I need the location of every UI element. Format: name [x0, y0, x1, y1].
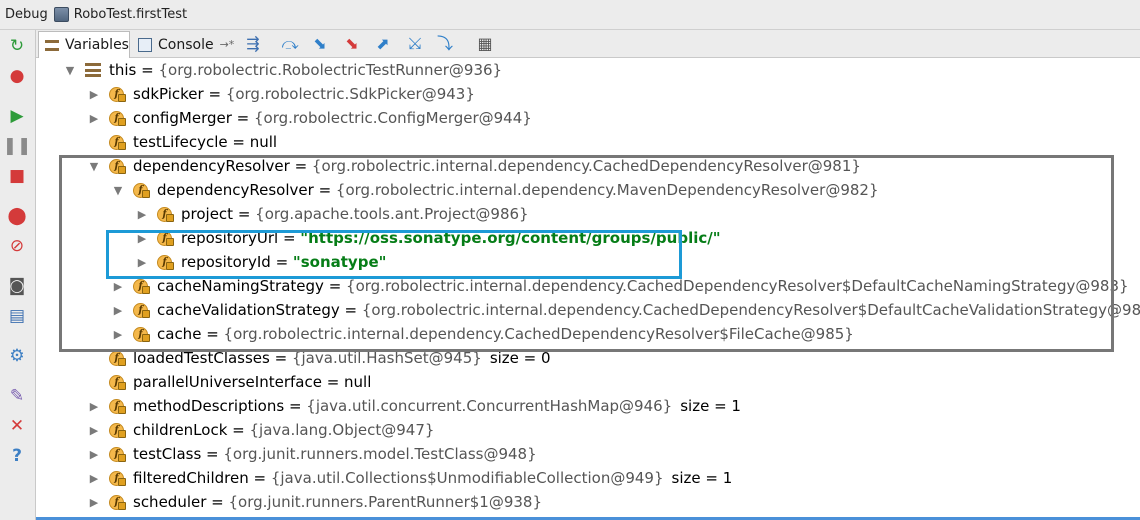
- settings-gear-icon[interactable]: ⚙: [5, 344, 29, 368]
- step-over-icon[interactable]: ⤼: [279, 33, 301, 55]
- variable-name: configMerger: [133, 109, 232, 127]
- object-list-icon: [85, 63, 101, 77]
- tab-console[interactable]: Console →*: [132, 31, 236, 58]
- equals-sign: =: [284, 397, 307, 415]
- tree-row[interactable]: ▶ f filteredChildren = {java.util.Collecti…: [88, 466, 733, 490]
- force-step-into-icon[interactable]: ⬊: [341, 33, 363, 55]
- collapse-arrow-icon[interactable]: ▼: [64, 64, 76, 77]
- show-execution-point-icon[interactable]: ⇶: [242, 33, 264, 55]
- variable-name: sdkPicker: [133, 85, 204, 103]
- rerun-failed-icon[interactable]: ●: [5, 64, 29, 88]
- variables-icon: [45, 39, 59, 51]
- console-pin-label: →*: [219, 38, 235, 51]
- expand-arrow-icon[interactable]: ▶: [88, 448, 100, 461]
- help-icon[interactable]: ?: [5, 444, 29, 468]
- step-out-icon[interactable]: ⬈: [372, 33, 394, 55]
- debug-side-toolbar: ↻ ● ▶ ❚❚ ■ ⬤ ⊘ ◙ ▤ ⚙ ✎ ✕ ?: [0, 30, 36, 520]
- tab-variables-label: Variables: [65, 37, 129, 53]
- drop-frame-icon[interactable]: ⤩: [404, 33, 426, 55]
- debug-label: Debug: [5, 7, 48, 22]
- expand-arrow-icon[interactable]: ▶: [88, 112, 100, 125]
- tree-row[interactable]: ▶ f scheduler = {org.junit.runners.ParentR…: [88, 490, 542, 514]
- tree-row[interactable]: ▶ f configMerger = {org.robolectric.Config…: [88, 106, 532, 130]
- variable-name: scheduler: [133, 493, 207, 511]
- field-icon: f: [109, 470, 126, 487]
- field-icon: f: [109, 86, 126, 103]
- debugger-toolbar: Variables Console →* ⇶ ⤼ ⬊ ⬊ ⬈ ⤩ ⤵ ▦: [36, 30, 1140, 58]
- variable-value: {java.util.Collections$UnmodifiableColle…: [270, 469, 664, 487]
- variable-value: {java.lang.Object@947}: [249, 421, 435, 439]
- variable-value: {org.junit.runners.model.TestClass@948}: [223, 445, 537, 463]
- field-icon: f: [109, 446, 126, 463]
- equals-sign: =: [136, 61, 159, 79]
- variable-value: {org.robolectric.ConfigMerger@944}: [254, 109, 532, 127]
- variable-value: {org.junit.runners.ParentRunner$1@938}: [228, 493, 543, 511]
- rerun-icon[interactable]: ↻: [5, 34, 29, 58]
- variable-name: testLifecycle: [133, 133, 228, 151]
- equals-sign: =: [231, 109, 255, 127]
- field-icon: f: [109, 422, 126, 439]
- variable-name: parallelUniverseInterface: [133, 373, 322, 391]
- view-breakpoints-icon[interactable]: ⬤: [5, 204, 29, 228]
- expand-arrow-icon[interactable]: ▶: [88, 424, 100, 437]
- equals-sign: =: [201, 445, 224, 463]
- collection-size: size = 1: [680, 397, 741, 415]
- tree-row[interactable]: ▶ f methodDescriptions = {java.util.concur…: [88, 394, 741, 418]
- equals-sign: =: [321, 373, 345, 391]
- expand-arrow-icon[interactable]: ▶: [88, 400, 100, 413]
- variable-value: {org.robolectric.RobolectricTestRunner@9…: [158, 61, 503, 79]
- tree-row[interactable]: ▼ this = {org.robolectric.RobolectricTest…: [64, 58, 502, 82]
- tree-row[interactable]: ▶ f childrenLock = {java.lang.Object@947}: [88, 418, 435, 442]
- equals-sign: =: [203, 85, 226, 103]
- tree-row[interactable]: ▶ftestLifecycle = null: [88, 130, 277, 154]
- variable-name: childrenLock: [133, 421, 228, 439]
- mute-breakpoints-icon[interactable]: ⊘: [5, 234, 29, 258]
- equals-sign: =: [227, 421, 250, 439]
- tab-variables[interactable]: Variables: [38, 31, 130, 58]
- resume-icon[interactable]: ▶: [5, 104, 29, 128]
- tab-console-label: Console: [158, 36, 214, 53]
- stop-icon[interactable]: ■: [5, 164, 29, 188]
- highlight-box-repository: [106, 230, 682, 279]
- variable-value: {org.robolectric.SdkPicker@943}: [225, 85, 475, 103]
- equals-sign: =: [206, 493, 229, 511]
- variable-name: methodDescriptions: [133, 397, 285, 415]
- tree-row[interactable]: ▶fparallelUniverseInterface = null: [88, 370, 371, 394]
- variable-value: null: [249, 133, 278, 151]
- title-bar: Debug RoboTest.firstTest: [0, 0, 1140, 30]
- field-icon: f: [109, 110, 126, 127]
- expand-arrow-icon[interactable]: ▶: [88, 496, 100, 509]
- run-config-icon: [53, 7, 69, 22]
- step-into-icon[interactable]: ⬊: [309, 33, 331, 55]
- tree-row[interactable]: ▶ f sdkPicker = {org.robolectric.SdkPicker…: [88, 82, 475, 106]
- variable-name: testClass: [133, 445, 202, 463]
- camera-icon[interactable]: ◙: [5, 274, 29, 298]
- field-icon: f: [109, 494, 126, 511]
- equals-sign: =: [227, 133, 250, 151]
- field-icon: f: [109, 374, 126, 391]
- run-config-label: RoboTest.firstTest: [73, 7, 188, 22]
- equals-sign: =: [248, 469, 271, 487]
- variable-value: {java.util.concurrent.ConcurrentHashMap@…: [306, 397, 673, 415]
- variable-value: null: [344, 373, 372, 391]
- variable-name: this: [109, 61, 137, 79]
- restore-layout-icon[interactable]: ▤: [5, 304, 29, 328]
- run-to-cursor-icon[interactable]: ⤵: [434, 33, 456, 55]
- pause-icon[interactable]: ❚❚: [3, 134, 32, 158]
- expand-arrow-icon[interactable]: ▶: [88, 472, 100, 485]
- console-icon: [138, 37, 152, 52]
- collection-size: size = 1: [671, 469, 733, 487]
- pin-icon[interactable]: ✎: [5, 384, 29, 408]
- close-icon[interactable]: ✕: [5, 414, 29, 438]
- field-icon: f: [109, 398, 126, 415]
- variable-name: filteredChildren: [133, 469, 249, 487]
- expand-arrow-icon[interactable]: ▶: [88, 88, 100, 101]
- field-icon: f: [109, 134, 126, 151]
- tree-row[interactable]: ▶ f testClass = {org.junit.runners.model.T…: [88, 442, 537, 466]
- evaluate-expression-icon[interactable]: ▦: [474, 33, 496, 55]
- field-icon: f: [109, 350, 126, 367]
